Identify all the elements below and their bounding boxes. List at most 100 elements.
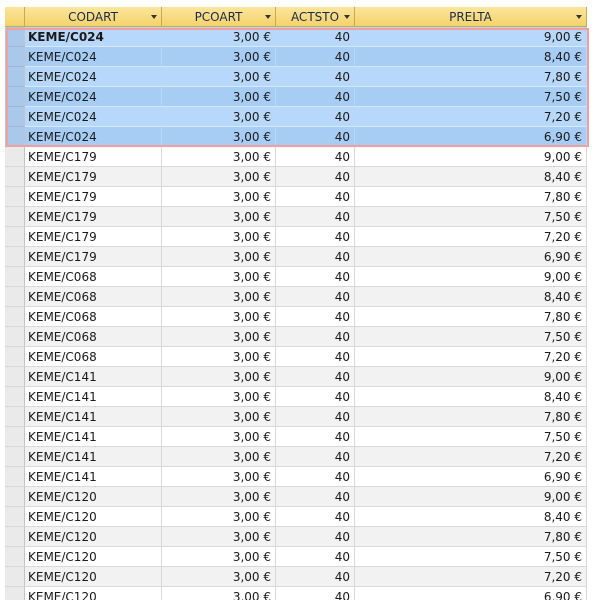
record-selector[interactable] [5,247,25,267]
table-row[interactable]: KEME/C068 3,00 €40 7,50 € [5,327,607,347]
record-selector[interactable] [5,227,25,247]
record-selector[interactable] [5,207,25,227]
cell-pcoart[interactable]: 3,00 € [162,527,276,547]
cell-actsto[interactable]: 40 [276,107,355,127]
cell-codart[interactable]: KEME/C068 [25,307,162,327]
cell-pcoart[interactable]: 3,00 € [162,327,276,347]
cell-prelta[interactable]: 8,40 € [355,287,587,307]
cell-prelta[interactable]: 7,80 € [355,407,587,427]
cell-prelta[interactable]: 7,50 € [355,87,587,107]
record-selector[interactable] [5,427,25,447]
table-row[interactable]: KEME/C120 3,00 €40 8,40 € [5,507,607,527]
cell-actsto[interactable]: 40 [276,347,355,367]
table-row[interactable]: KEME/C120 3,00 €40 6,90 € [5,587,607,600]
cell-pcoart[interactable]: 3,00 € [162,47,276,67]
record-selector[interactable] [5,487,25,507]
cell-codart[interactable]: KEME/C068 [25,347,162,367]
cell-pcoart[interactable]: 3,00 € [162,67,276,87]
cell-actsto[interactable]: 40 [276,267,355,287]
column-header-codart[interactable]: CODART [25,7,162,27]
cell-codart[interactable]: KEME/C120 [25,507,162,527]
cell-prelta[interactable]: 9,00 € [355,267,587,287]
cell-actsto[interactable]: 40 [276,427,355,447]
cell-pcoart[interactable]: 3,00 € [162,107,276,127]
table-row[interactable]: KEME/C141 3,00 €40 7,80 € [5,407,607,427]
record-selector[interactable] [5,267,25,287]
cell-pcoart[interactable]: 3,00 € [162,467,276,487]
cell-prelta[interactable]: 9,00 € [355,27,587,47]
cell-codart[interactable]: KEME/C120 [25,487,162,507]
table-row[interactable]: KEME/C068 3,00 €40 7,20 € [5,347,607,367]
cell-actsto[interactable]: 40 [276,407,355,427]
table-row[interactable]: KEME/C068 3,00 €40 9,00 € [5,267,607,287]
cell-actsto[interactable]: 40 [276,587,355,600]
cell-pcoart[interactable]: 3,00 € [162,87,276,107]
cell-actsto[interactable]: 40 [276,67,355,87]
cell-prelta[interactable]: 7,20 € [355,227,587,247]
cell-pcoart[interactable]: 3,00 € [162,447,276,467]
cell-pcoart[interactable]: 3,00 € [162,407,276,427]
table-row[interactable]: KEME/C024 3,00 €40 8,40 € [5,47,607,67]
cell-pcoart[interactable]: 3,00 € [162,507,276,527]
cell-actsto[interactable]: 40 [276,487,355,507]
record-selector[interactable] [5,567,25,587]
cell-codart[interactable]: KEME/C024 [25,127,162,147]
record-selector[interactable] [5,327,25,347]
cell-prelta[interactable]: 7,20 € [355,107,587,127]
cell-prelta[interactable]: 7,80 € [355,67,587,87]
record-selector[interactable] [5,447,25,467]
cell-actsto[interactable]: 40 [276,287,355,307]
cell-prelta[interactable]: 7,80 € [355,307,587,327]
cell-codart[interactable]: KEME/C024 [25,107,162,127]
record-selector[interactable] [5,507,25,527]
table-row[interactable]: KEME/C179 3,00 €40 7,50 € [5,207,607,227]
dropdown-arrow-icon[interactable] [344,15,350,19]
table-row[interactable]: KEME/C179 3,00 €40 7,80 € [5,187,607,207]
record-selector[interactable] [5,467,25,487]
table-row[interactable]: KEME/C120 3,00 €40 9,00 € [5,487,607,507]
record-selector[interactable] [5,47,25,67]
cell-actsto[interactable]: 40 [276,87,355,107]
record-selector[interactable] [5,67,25,87]
cell-actsto[interactable]: 40 [276,567,355,587]
cell-prelta[interactable]: 7,80 € [355,187,587,207]
cell-pcoart[interactable]: 3,00 € [162,127,276,147]
table-row[interactable]: KEME/C141 3,00 €40 7,50 € [5,427,607,447]
table-row[interactable]: KEME/C024 3,00 €40 7,20 € [5,107,607,127]
table-row[interactable]: KEME/C179 3,00 €40 8,40 € [5,167,607,187]
cell-codart[interactable]: KEME/C141 [25,467,162,487]
table-row[interactable]: KEME/C141 3,00 €40 7,20 € [5,447,607,467]
cell-codart[interactable]: KEME/C179 [25,147,162,167]
cell-actsto[interactable]: 40 [276,367,355,387]
record-selector[interactable] [5,127,25,147]
cell-codart[interactable]: KEME/C120 [25,567,162,587]
cell-codart[interactable]: KEME/C024 [25,27,162,47]
cell-pcoart[interactable]: 3,00 € [162,567,276,587]
cell-actsto[interactable]: 40 [276,387,355,407]
record-selector[interactable] [5,527,25,547]
cell-codart[interactable]: KEME/C141 [25,387,162,407]
cell-pcoart[interactable]: 3,00 € [162,227,276,247]
cell-pcoart[interactable]: 3,00 € [162,207,276,227]
dropdown-arrow-icon[interactable] [151,15,157,19]
cell-prelta[interactable]: 6,90 € [355,127,587,147]
record-selector[interactable] [5,107,25,127]
cell-codart[interactable]: KEME/C179 [25,187,162,207]
table-row[interactable]: KEME/C179 3,00 €40 7,20 € [5,227,607,247]
table-row[interactable]: KEME/C141 3,00 €40 6,90 € [5,467,607,487]
cell-actsto[interactable]: 40 [276,467,355,487]
cell-codart[interactable]: KEME/C120 [25,527,162,547]
cell-actsto[interactable]: 40 [276,547,355,567]
cell-codart[interactable]: KEME/C141 [25,447,162,467]
table-row[interactable]: KEME/C024 3,00 €40 7,80 € [5,67,607,87]
record-selector[interactable] [5,287,25,307]
cell-pcoart[interactable]: 3,00 € [162,547,276,567]
table-row[interactable]: KEME/C024 3,00 €40 6,90 € [5,127,607,147]
cell-actsto[interactable]: 40 [276,507,355,527]
cell-codart[interactable]: KEME/C179 [25,247,162,267]
table-row[interactable]: KEME/C024 3,00 €40 7,50 € [5,87,607,107]
record-selector[interactable] [5,87,25,107]
dropdown-arrow-icon[interactable] [576,15,582,19]
cell-actsto[interactable]: 40 [276,447,355,467]
cell-pcoart[interactable]: 3,00 € [162,307,276,327]
